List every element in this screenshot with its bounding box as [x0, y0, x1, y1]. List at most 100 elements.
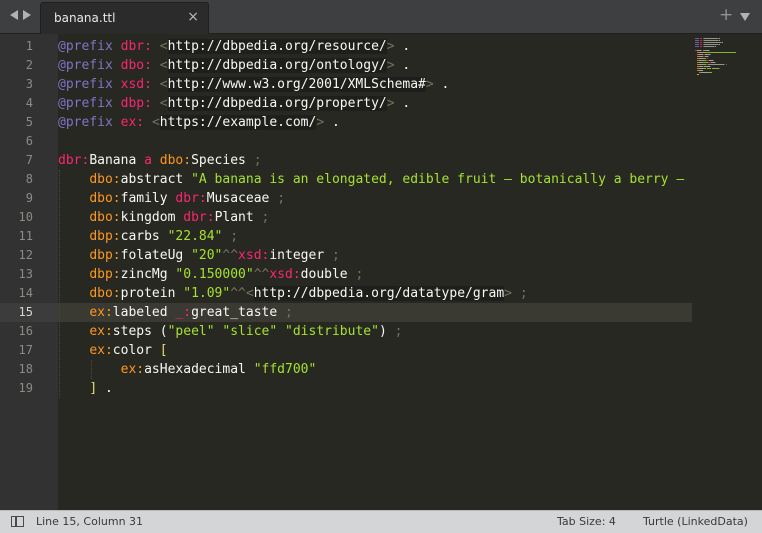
status-bar: Line 15, Column 31 Tab Size: 4 Turtle (L… — [0, 510, 762, 533]
code-token: @prefix — [58, 39, 113, 54]
minimap-segment — [709, 50, 710, 51]
arrow-right-icon[interactable] — [23, 10, 31, 20]
code-token: kingdom — [120, 210, 184, 225]
line-number: 4 — [25, 96, 33, 110]
code-token: asHexadecimal — [144, 362, 254, 377]
line-number: 2 — [25, 58, 33, 72]
code-line: dbr:Banana a dbo:Species ; — [58, 151, 262, 170]
minimap[interactable] — [692, 34, 762, 510]
code-token: "distribute" — [285, 324, 379, 339]
code-token: color — [112, 343, 160, 358]
sidebar-toggle-icon[interactable] — [11, 516, 24, 527]
code-line: dbp:carbs "22.84" ; — [58, 227, 238, 246]
code-token: < — [151, 115, 160, 130]
code-token: ; — [355, 267, 364, 282]
minimap-segment — [704, 46, 714, 47]
code-token: < — [159, 77, 168, 92]
plus-icon[interactable]: + — [719, 6, 733, 24]
minimap-segment — [704, 42, 721, 43]
code-line: @prefix dbp: <http://dbpedia.org/propert… — [58, 94, 410, 113]
minimap-segment — [695, 42, 699, 43]
code-token: "1.09" — [183, 286, 231, 301]
code-token: http://dbpedia.org/resource/ — [167, 39, 387, 54]
tab-banana-ttl[interactable]: banana.ttl × — [40, 2, 209, 34]
line-number: 12 — [18, 248, 33, 262]
code-token: ex: — [89, 343, 113, 358]
code-token: dbo: — [159, 153, 192, 168]
minimap-segment — [700, 38, 702, 39]
code-token: > — [386, 58, 395, 73]
code-token: family — [120, 191, 176, 206]
code-token: Banana — [89, 153, 145, 168]
line-number: 11 — [18, 229, 33, 243]
code-token: _: — [175, 305, 192, 320]
code-token: labeled — [112, 305, 176, 320]
line-number: 3 — [25, 77, 33, 91]
line-number: 15 — [18, 305, 33, 319]
code-token: ; — [253, 153, 262, 168]
close-icon[interactable]: × — [187, 9, 199, 25]
minimap-segment — [704, 40, 718, 41]
minimap-segment — [724, 64, 725, 65]
code-token: . — [394, 39, 411, 54]
code-token: < — [159, 58, 168, 73]
code-line: dbo:protein "1.09"^^<http://dbpedia.org/… — [58, 284, 528, 303]
line-number: 10 — [18, 210, 33, 224]
code-token: ; — [261, 210, 270, 225]
arrow-left-icon[interactable] — [10, 10, 18, 20]
minimap-segment — [707, 68, 711, 69]
line-number: 16 — [18, 324, 33, 338]
minimap-segment — [707, 58, 708, 59]
code-token: . — [433, 77, 450, 92]
code-token: "A banana is an elongated, edible fruit … — [191, 172, 685, 187]
minimap-segment — [708, 56, 709, 57]
line-number: 17 — [18, 343, 33, 357]
code-token: > — [504, 286, 512, 301]
code-line: ex:steps ("peel" "slice" "distribute") ; — [58, 322, 402, 341]
code-token: dbp: — [89, 248, 121, 263]
code-token: "peel" — [167, 324, 215, 339]
code-token: ^^ — [222, 248, 239, 263]
tab-bar: banana.ttl × + — [0, 0, 762, 34]
minimap-segment — [701, 50, 702, 51]
code-token: great_taste — [191, 305, 285, 320]
chevron-down-icon[interactable] — [740, 13, 750, 21]
code-token: dbp: — [120, 96, 152, 111]
code-token: . — [97, 381, 113, 396]
code-token: ; — [519, 286, 528, 301]
syntax-indicator[interactable]: Turtle (LinkedData) — [643, 515, 748, 528]
code-token: . — [394, 96, 411, 111]
line-number-gutter: 1 2 3 4 5 6 7 8 9 10 11 12 13 14 15 16 17 18 19 — [0, 34, 58, 510]
code-token: integer — [269, 248, 332, 263]
code-token: dbo: — [89, 210, 121, 225]
code-token: > — [316, 115, 325, 130]
code-token: > — [386, 39, 395, 54]
minimap-segment — [702, 70, 703, 71]
minimap-segment — [715, 46, 716, 47]
tab-size-indicator[interactable]: Tab Size: 4 — [557, 515, 616, 528]
code-token: a — [144, 153, 152, 168]
code-token: ; — [394, 324, 403, 339]
code-token: zincMg — [120, 267, 176, 282]
code-token: double — [300, 267, 356, 282]
code-editor[interactable]: @prefix dbr: <http://dbpedia.org/resourc… — [58, 34, 692, 510]
minimap-segment — [719, 44, 720, 45]
code-token: Plant — [214, 210, 262, 225]
code-token: http://dbpedia.org/datatype/gram — [253, 286, 505, 301]
